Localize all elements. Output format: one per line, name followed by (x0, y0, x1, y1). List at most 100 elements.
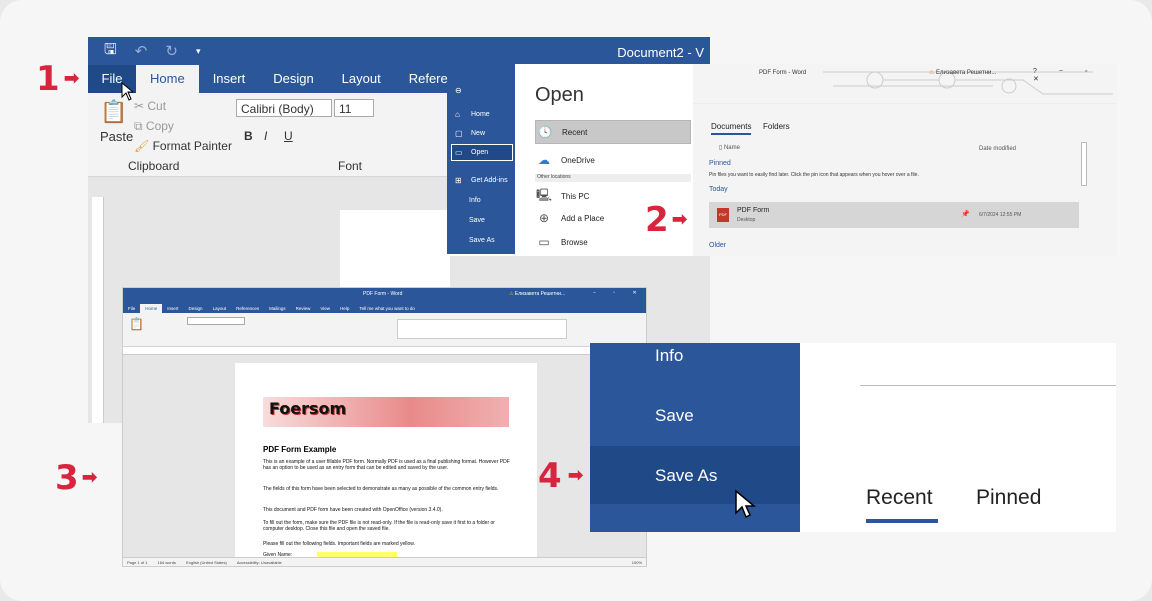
column-name[interactable]: ▯ Name (719, 144, 740, 151)
window-controls[interactable]: − ▫ ✕ (593, 290, 645, 296)
cut-button[interactable]: ✂ Cut (134, 99, 166, 113)
column-name-label: Name (723, 145, 740, 151)
backstage-new[interactable]: ▢ New (455, 129, 485, 138)
bold-button[interactable]: B (244, 129, 253, 143)
menu-info[interactable]: Info (655, 346, 683, 366)
paste-button[interactable]: Paste (100, 129, 133, 144)
backstage-home[interactable]: ⌂ Home (455, 110, 490, 119)
warning-icon: ⚠ (929, 70, 937, 76)
other-locations-header: Other locations (535, 174, 691, 182)
circuit-banner: PDF Form - Word ⚠ Елизавета Решетни... ?… (693, 64, 1117, 104)
styles-gallery[interactable] (397, 319, 567, 339)
pdf-file-icon: PDF (717, 208, 729, 222)
scrollbar[interactable] (1081, 142, 1087, 186)
today-header: Today (709, 186, 728, 193)
user-name[interactable]: ⚠ Елизавета Решетни... (509, 291, 565, 297)
step-3-arrow-icon: ➡ (82, 467, 98, 487)
menu-save[interactable]: Save (655, 406, 694, 426)
tab-documents[interactable]: Documents (711, 122, 752, 135)
tutorial-canvas: 🖫 ↶ ↻ ▾ Document2 - V File Home Insert D… (0, 0, 1152, 601)
step-4-number: 4 (538, 456, 562, 496)
underline-button[interactable]: U (284, 129, 293, 143)
tab-layout[interactable]: Layout (208, 304, 232, 313)
tab-mailings[interactable]: Mailings (264, 304, 291, 313)
redo-icon[interactable]: ↻ (165, 42, 178, 60)
undo-icon[interactable]: ↶ (135, 42, 148, 60)
copy-icon: ⧉ (134, 119, 146, 133)
paragraph-5: Please fill out the following fields. Im… (263, 541, 416, 547)
mouse-cursor-icon (121, 82, 135, 101)
home-icon: ⌂ (455, 110, 460, 119)
document-page[interactable]: Foersom PDF Form Example This is an exam… (235, 363, 537, 563)
customize-icon[interactable]: ▾ (196, 46, 201, 57)
tab-folders[interactable]: Folders (763, 122, 790, 131)
paste-icon[interactable]: 📋 (129, 317, 144, 331)
step-2-number: 2 (645, 200, 669, 240)
tab-design[interactable]: Design (259, 65, 327, 93)
word-document-panel: PDF Form - Word ⚠ Елизавета Решетни... −… (122, 287, 647, 567)
backstage-save[interactable]: Save (455, 217, 485, 224)
font-group-label: Font (338, 159, 363, 173)
save-icon[interactable]: 🖫 (104, 39, 117, 64)
backstage-open[interactable]: ▭ Open (455, 148, 488, 157)
tab-file[interactable]: File (123, 304, 140, 313)
tab-insert[interactable]: Insert (199, 65, 260, 93)
paste-icon[interactable]: 📋 (100, 99, 127, 125)
title-bar: 🖫 ↶ ↻ ▾ Document2 - V (88, 37, 710, 65)
ribbon-tabs: File Home Insert Design Layout Reference… (123, 300, 646, 313)
language[interactable]: English (United States) (186, 560, 227, 565)
step-3-number: 3 (55, 458, 79, 498)
open-file-list: PDF Form - Word ⚠ Елизавета Решетни... ?… (693, 64, 1117, 256)
accessibility[interactable]: Accessibility: Unavailable (237, 560, 282, 565)
font-name-select[interactable] (187, 317, 245, 325)
tab-home[interactable]: Home (136, 65, 199, 93)
location-recent[interactable]: 🕓 Recent (535, 120, 691, 144)
user-name-label: Елизавета Решетни... (936, 70, 997, 76)
menu-save-as[interactable]: Save As (655, 466, 717, 486)
computer-icon: 🖳 (535, 187, 552, 202)
back-icon[interactable]: ⊖ (455, 86, 471, 95)
backstage-save-as[interactable]: Save As (455, 237, 495, 244)
user-name[interactable]: ⚠ Елизавета Решетни... (929, 69, 996, 76)
backstage-get-addins[interactable]: ⊞ Get Add-ins (455, 176, 508, 185)
location-recent-label: Recent (562, 127, 588, 137)
tab-help[interactable]: Help (335, 304, 354, 313)
tab-home[interactable]: Home (140, 304, 163, 313)
italic-button[interactable]: I (264, 129, 267, 143)
backstage-sidebar: ⊖ ⌂ Home ▢ New ▭ Open ⊞ Get Add-ins Info Sav… (447, 64, 515, 254)
pin-icon[interactable]: 📌 (961, 210, 970, 218)
backstage-info[interactable]: Info (455, 197, 481, 204)
tab-review[interactable]: Review (291, 304, 316, 313)
recent-file-row[interactable]: PDF PDF Form Desktop 📌 6/7/2024 12:55 PM (709, 202, 1079, 228)
document-title: Document2 - V (617, 45, 704, 60)
tab-layout[interactable]: Layout (328, 65, 395, 93)
location-onedrive-label: OneDrive (561, 155, 595, 165)
browse-folder-icon: ▭ (538, 235, 550, 249)
zoom-level[interactable]: 100% (632, 560, 642, 565)
divider-line (860, 385, 1116, 386)
window-controls[interactable]: ? − ▫ ✕ (1033, 68, 1117, 83)
column-date[interactable]: Date modified (979, 146, 1016, 152)
active-tab-underline (866, 519, 938, 523)
window-title: PDF Form - Word (363, 291, 403, 297)
tab-references[interactable]: References (231, 304, 264, 313)
word-count[interactable]: 164 words (157, 560, 175, 565)
logo-text: Foersom (269, 399, 347, 418)
tab-design[interactable]: Design (184, 304, 208, 313)
copy-button[interactable]: ⧉ Copy (134, 119, 174, 134)
window-title: PDF Form - Word (759, 70, 807, 76)
font-name-select[interactable]: Calibri (Body) (236, 99, 332, 117)
title-bar: PDF Form - Word ⚠ Елизавета Решетни... −… (123, 288, 646, 300)
file-location: Desktop (737, 217, 756, 223)
tell-me-search[interactable]: Tell me what you want to do (354, 304, 420, 313)
tab-recent[interactable]: Recent (866, 486, 933, 510)
font-size-select[interactable]: 11 (334, 99, 374, 117)
tab-pinned[interactable]: Pinned (976, 486, 1041, 510)
cut-icon: ✂ (134, 99, 148, 113)
tab-insert[interactable]: Insert (162, 304, 183, 313)
file-name: PDF Form (737, 207, 770, 214)
format-painter-button[interactable]: 🖌 Format Painter (134, 139, 232, 153)
location-onedrive[interactable]: ☁ OneDrive (535, 148, 691, 172)
tab-view[interactable]: View (315, 304, 335, 313)
backstage-sidebar: Info Save Save As (590, 343, 800, 532)
